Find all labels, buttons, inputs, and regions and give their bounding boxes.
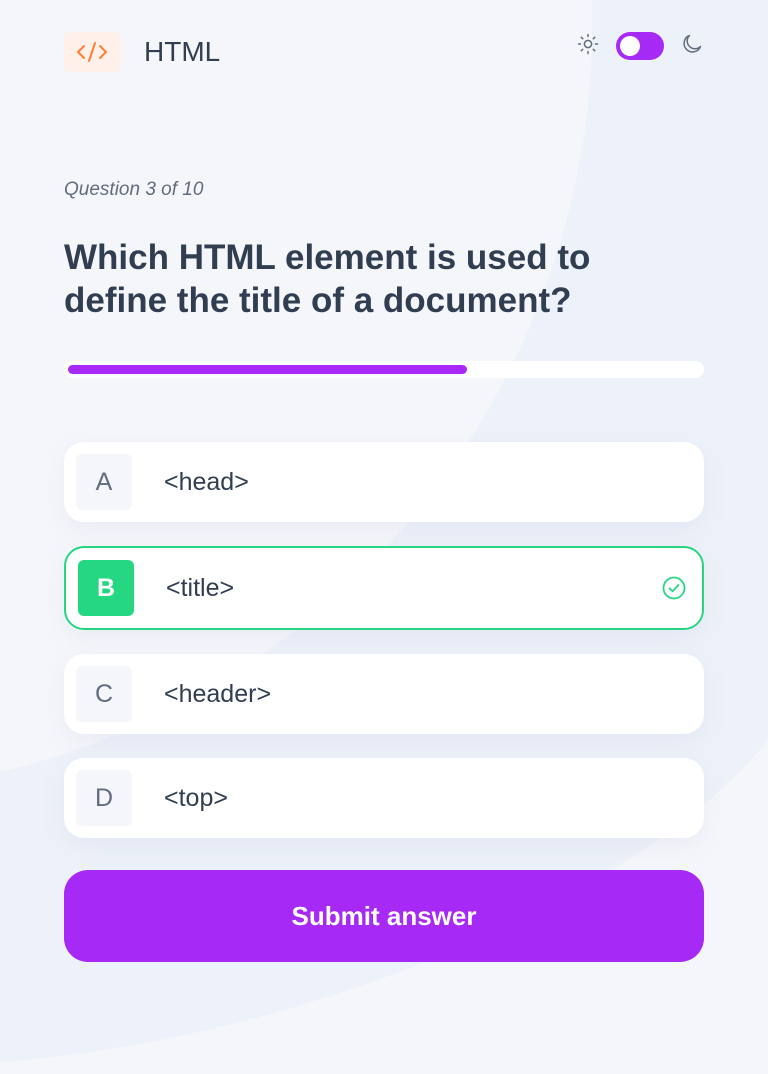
option-c[interactable]: C <header> [64, 654, 704, 734]
option-text: <head> [164, 468, 249, 496]
option-letter: D [76, 770, 132, 826]
topic-title: HTML [144, 36, 221, 67]
option-text: <top> [164, 784, 228, 812]
progress-fill [68, 365, 467, 374]
toggle-knob [620, 36, 640, 56]
submit-answer-button[interactable]: Submit answer [64, 870, 704, 962]
code-brackets-icon [77, 42, 107, 62]
moon-icon [683, 34, 702, 53]
option-b[interactable]: B <title> [64, 546, 704, 630]
progress-bar [64, 361, 704, 378]
topic-icon-badge [64, 32, 120, 72]
option-text: <title> [166, 574, 235, 602]
option-text: <header> [164, 680, 272, 708]
option-a[interactable]: A <head> [64, 442, 704, 522]
theme-toggle[interactable] [616, 32, 664, 60]
question-text: Which HTML element is used to define the… [64, 238, 591, 320]
option-letter: B [78, 560, 134, 616]
check-circle-icon [662, 576, 686, 600]
option-d[interactable]: D <top> [64, 758, 704, 838]
option-letter: C [76, 666, 132, 722]
option-letter: A [76, 454, 132, 510]
theme-switch [576, 30, 706, 62]
question-counter: Question 3 of 10 [64, 179, 204, 200]
sun-icon [577, 33, 599, 55]
quiz-page: HTML Question 3 of 10 Which HTML element… [0, 0, 768, 1074]
